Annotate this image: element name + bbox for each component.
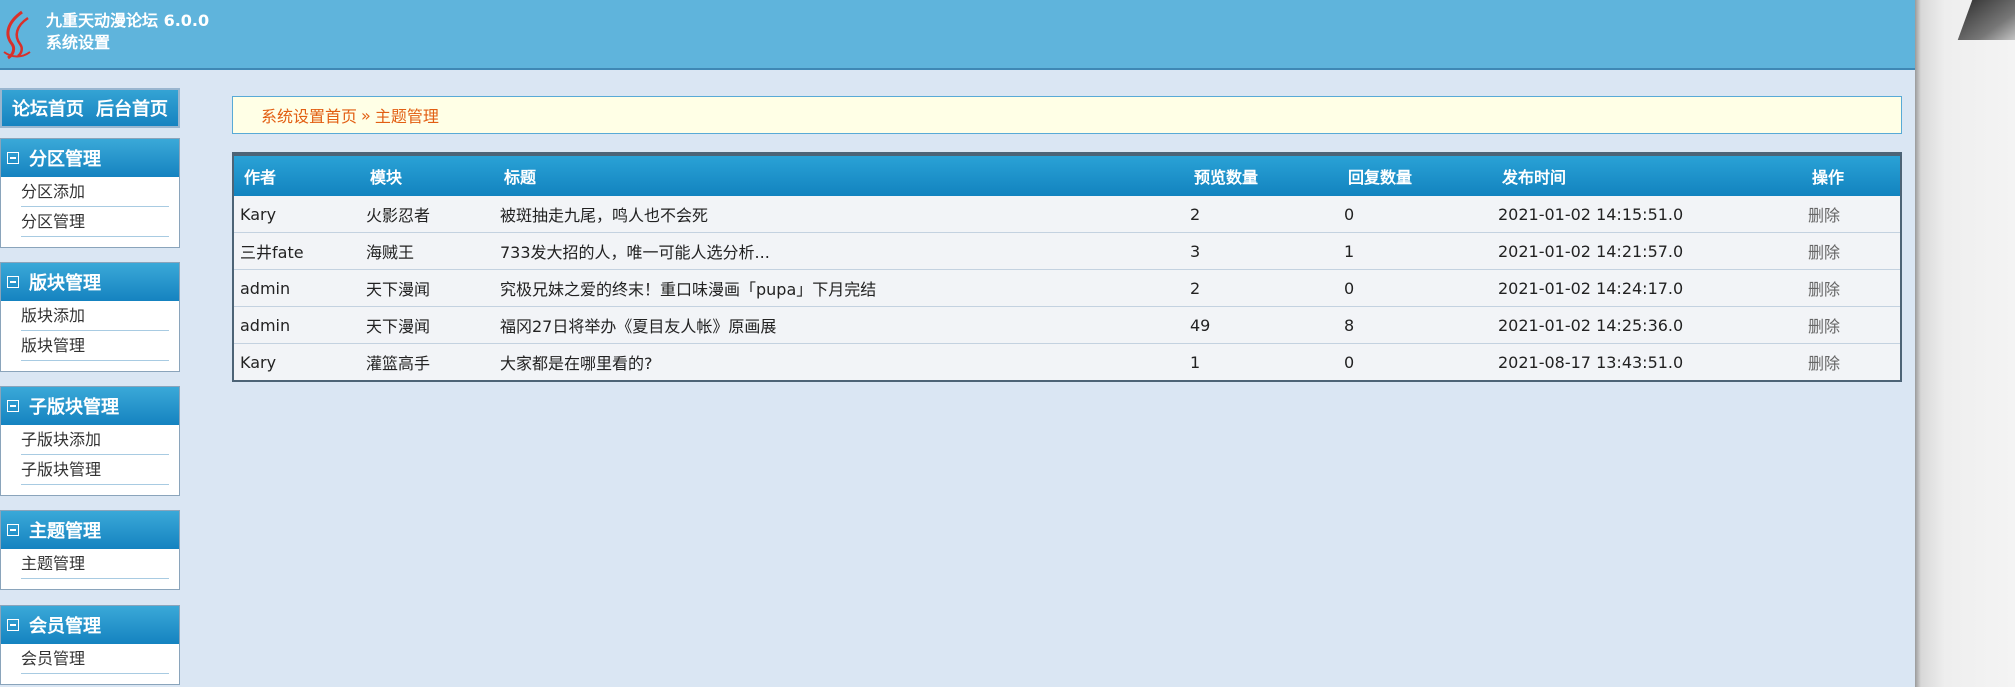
collapse-icon[interactable]	[7, 152, 19, 164]
menu-head-zone[interactable]: 分区管理	[1, 139, 179, 177]
cell-title: 福冈27日将举办《夏目友人帐》原画展	[494, 306, 1184, 344]
topic-table: 作者 模块 标题 预览数量 回复数量 发布时间 操作 Kary 火影忍者 被斑抽…	[232, 152, 1902, 382]
delete-link[interactable]: 删除	[1802, 269, 1900, 307]
collapse-icon[interactable]	[7, 619, 19, 631]
table-row: 三井fate 海贼王 733发大招的人，唯一可能人选分析... 3 1 2021…	[234, 232, 1900, 270]
cell-module: 天下漫闻	[360, 306, 494, 344]
java-logo-icon	[3, 10, 31, 60]
menu-item-zone-manage[interactable]: 分区管理	[21, 207, 169, 237]
table-row: Kary 灌篮高手 大家都是在哪里看的? 1 0 2021-08-17 13:4…	[234, 344, 1900, 381]
menu-head-topic[interactable]: 主题管理	[1, 511, 179, 549]
cell-replies: 0	[1344, 352, 1355, 372]
app-title: 九重天动漫论坛 6.0.0 系统设置	[46, 10, 209, 54]
menu-group-subboard: 子版块管理 子版块添加 子版块管理	[0, 386, 180, 496]
cell-time: 2021-01-02 14:25:36.0	[1492, 306, 1802, 344]
menu-group-board: 版块管理 版块添加 版块管理	[0, 262, 180, 372]
menu-head-board[interactable]: 版块管理	[1, 263, 179, 301]
menu-item-board-add[interactable]: 版块添加	[21, 301, 169, 331]
col-title: 标题	[494, 156, 1184, 196]
breadcrumb-home-link[interactable]: 系统设置首页	[261, 103, 357, 127]
menu-item-member-manage[interactable]: 会员管理	[21, 644, 169, 674]
cell-time: 2021-01-02 14:21:57.0	[1492, 232, 1802, 270]
table-header-row: 作者 模块 标题 预览数量 回复数量 发布时间 操作	[234, 156, 1900, 196]
menu-item-subboard-add[interactable]: 子版块添加	[21, 425, 169, 455]
table-row: admin 天下漫闻 究极兄妹之爱的终末！重口味漫画「pupa」下月完结 2 0…	[234, 269, 1900, 307]
col-replies: 回复数量	[1338, 156, 1492, 196]
cell-author: admin	[234, 269, 360, 307]
delete-link[interactable]: 删除	[1802, 306, 1900, 344]
menu-head-label: 主题管理	[29, 521, 101, 542]
col-action: 操作	[1802, 156, 1900, 196]
app-subtitle: 系统设置	[46, 33, 111, 52]
top-links: 论坛首页 后台首页	[0, 88, 180, 128]
breadcrumb-separator: »	[361, 105, 371, 125]
cell-module: 天下漫闻	[360, 269, 494, 307]
admin-home-link[interactable]: 后台首页	[96, 95, 168, 121]
cell-replies: 0	[1338, 196, 1492, 233]
cell-time: 2021-01-02 14:15:51.0	[1492, 196, 1802, 233]
breadcrumb-current: 主题管理	[374, 107, 439, 126]
menu-head-member[interactable]: 会员管理	[1, 606, 179, 644]
breadcrumb: 系统设置首页 » 主题管理	[232, 96, 1902, 134]
cell-title: 733发大招的人，唯一可能人选分析...	[494, 232, 1184, 270]
cell-views: 1	[1190, 352, 1201, 372]
collapse-icon[interactable]	[7, 400, 19, 412]
menu-head-label: 会员管理	[29, 616, 101, 637]
col-module: 模块	[360, 156, 494, 196]
delete-link[interactable]: 删除	[1802, 232, 1900, 270]
cell-author: Kary	[240, 352, 277, 372]
cell-views: 49	[1184, 306, 1338, 344]
cell-author: admin	[234, 306, 360, 344]
window-edge	[1915, 0, 2015, 687]
app-name: 九重天动漫论坛 6.0.0	[46, 11, 210, 30]
delete-link[interactable]: 删除	[1802, 344, 1900, 381]
col-views: 预览数量	[1184, 156, 1338, 196]
delete-link[interactable]: 删除	[1802, 196, 1900, 233]
cell-views: 2	[1184, 196, 1338, 233]
cell-replies: 1	[1338, 232, 1492, 270]
menu-head-label: 版块管理	[29, 273, 101, 294]
cell-module: 灌篮高手	[366, 354, 431, 373]
menu-item-topic-manage[interactable]: 主题管理	[21, 549, 169, 579]
collapse-icon[interactable]	[7, 524, 19, 536]
cell-author: Kary	[234, 196, 360, 233]
cell-title: 究极兄妹之爱的终末！重口味漫画「pupa」下月完结	[494, 269, 1184, 307]
collapse-icon[interactable]	[7, 276, 19, 288]
cell-author: 三井fate	[234, 232, 360, 270]
table-row: Kary 火影忍者 被斑抽走九尾，鸣人也不会死 2 0 2021-01-02 1…	[234, 196, 1900, 233]
forum-home-link[interactable]: 论坛首页	[12, 95, 84, 121]
cell-views: 2	[1184, 269, 1338, 307]
cell-title: 大家都是在哪里看的?	[500, 354, 653, 373]
menu-item-subboard-manage[interactable]: 子版块管理	[21, 455, 169, 485]
menu-head-subboard[interactable]: 子版块管理	[1, 387, 179, 425]
menu-item-zone-add[interactable]: 分区添加	[21, 177, 169, 207]
col-author: 作者	[234, 156, 360, 196]
menu-group-member: 会员管理 会员管理	[0, 605, 180, 685]
cell-module: 海贼王	[360, 232, 494, 270]
app-header: 九重天动漫论坛 6.0.0 系统设置	[0, 0, 1915, 70]
cell-views: 3	[1184, 232, 1338, 270]
cell-time: 2021-01-02 14:24:17.0	[1492, 269, 1802, 307]
table-row: admin 天下漫闻 福冈27日将举办《夏目友人帐》原画展 49 8 2021-…	[234, 306, 1900, 344]
menu-head-label: 子版块管理	[29, 397, 119, 418]
menu-head-label: 分区管理	[29, 149, 101, 170]
menu-group-topic: 主题管理 主题管理	[0, 510, 180, 590]
cell-replies: 0	[1338, 269, 1492, 307]
menu-group-zone: 分区管理 分区添加 分区管理	[0, 138, 180, 248]
col-time: 发布时间	[1492, 156, 1802, 196]
cell-time: 2021-08-17 13:43:51.0	[1498, 352, 1684, 372]
cell-replies: 8	[1338, 306, 1492, 344]
menu-item-board-manage[interactable]: 版块管理	[21, 331, 169, 361]
cell-title: 被斑抽走九尾，鸣人也不会死	[494, 196, 1184, 233]
cell-module: 火影忍者	[360, 196, 494, 233]
